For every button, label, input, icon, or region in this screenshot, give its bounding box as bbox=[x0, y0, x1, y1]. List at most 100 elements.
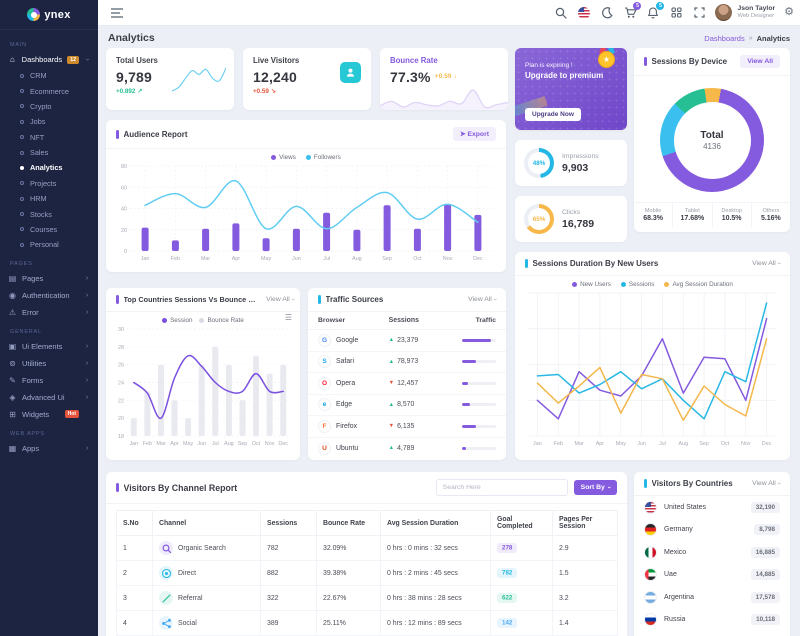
sidebar-item-ui-elements[interactable]: ▣Ui Elements› bbox=[0, 338, 98, 355]
view-all-dropdown[interactable]: View All› bbox=[266, 296, 294, 303]
country-row-germany[interactable]: Germany8,798 bbox=[634, 519, 790, 542]
column-header[interactable]: S.No bbox=[117, 511, 153, 536]
search-icon[interactable] bbox=[554, 6, 568, 20]
svg-text:60: 60 bbox=[121, 185, 127, 191]
apps-grid-icon[interactable] bbox=[669, 6, 683, 20]
traffic-row-google[interactable]: GGoogle▲23,379 bbox=[308, 330, 506, 352]
breadcrumb-parent[interactable]: Dashboards bbox=[704, 34, 744, 43]
column-header[interactable]: Avg Session Duration bbox=[381, 511, 491, 536]
svg-text:Feb: Feb bbox=[143, 441, 152, 447]
traffic-row-firefox[interactable]: FFirefox▼6,135 bbox=[308, 416, 506, 438]
traffic-sources-panel: Traffic Sources View All› BrowserSession… bbox=[308, 288, 506, 460]
legend-item[interactable]: Views bbox=[271, 154, 296, 161]
sidebar-item-advanced-ui[interactable]: ◈Advanced Ui› bbox=[0, 389, 98, 406]
svg-text:20: 20 bbox=[121, 228, 127, 234]
apps-icon: ▦ bbox=[8, 444, 17, 453]
sort-by-button[interactable]: Sort By› bbox=[574, 480, 617, 495]
sidebar-item-personal[interactable]: Personal bbox=[0, 237, 98, 252]
accent-bar bbox=[318, 295, 321, 304]
sidebar-item-ecommerce[interactable]: Ecommerce bbox=[0, 83, 98, 98]
search-input[interactable] bbox=[436, 479, 568, 496]
logo[interactable]: ynex bbox=[0, 0, 98, 30]
language-flag-icon[interactable] bbox=[577, 6, 591, 20]
sidebar-item-courses[interactable]: Courses bbox=[0, 222, 98, 237]
column-header[interactable]: Pages Per Session bbox=[553, 511, 618, 536]
logo-icon bbox=[27, 8, 40, 21]
menu-toggle-icon[interactable] bbox=[110, 6, 124, 20]
chart-menu-icon[interactable]: ☰ bbox=[285, 316, 292, 320]
bullet-icon bbox=[20, 227, 24, 231]
traffic-row-safari[interactable]: SSafari▲78,973 bbox=[308, 352, 506, 374]
sidebar-item-apps[interactable]: ▦Apps› bbox=[0, 440, 98, 457]
traffic-row-opera[interactable]: OOpera▼12,457 bbox=[308, 373, 506, 395]
mx-flag-icon bbox=[644, 546, 657, 559]
sessions-legend: New Users Sessions Avg Session Duration bbox=[515, 276, 790, 289]
dark-mode-icon[interactable] bbox=[600, 6, 614, 20]
sessions-duration-panel: Sessions Duration By New Users View All›… bbox=[515, 252, 790, 460]
svg-text:Jul: Jul bbox=[323, 256, 330, 262]
sidebar-item-sales[interactable]: Sales bbox=[0, 145, 98, 160]
stat-label: Impressions bbox=[562, 153, 599, 160]
channel-row-referral[interactable]: 3Referral32222.67%0 hrs : 38 mins : 28 s… bbox=[117, 586, 618, 611]
svg-text:Oct: Oct bbox=[252, 441, 261, 447]
country-value-badge: 8,798 bbox=[754, 524, 780, 535]
sidebar-item-analytics[interactable]: Analytics bbox=[0, 160, 98, 175]
user-menu[interactable]: Json Taylor Web Designer bbox=[715, 4, 775, 21]
sidebar-item-dashboards[interactable]: ⌂Dashboards12› bbox=[0, 51, 98, 68]
svg-text:Jun: Jun bbox=[292, 256, 301, 262]
notifications-bell-icon[interactable]: 5 bbox=[646, 6, 660, 20]
sidebar-item-forms[interactable]: ✎Forms› bbox=[0, 372, 98, 389]
legend-item[interactable]: New Users bbox=[572, 281, 611, 288]
google-icon: G bbox=[318, 334, 331, 347]
channel-row-organic-search[interactable]: 1Organic Search78232.09%0 hrs : 0 mins :… bbox=[117, 536, 618, 561]
country-row-russia[interactable]: Russia10,118 bbox=[634, 609, 790, 632]
sidebar-item-label: Stocks bbox=[30, 210, 52, 219]
sidebar-item-crypto[interactable]: Crypto bbox=[0, 99, 98, 114]
legend-item[interactable]: Bounce Rate bbox=[199, 317, 243, 324]
traffic-row-edge[interactable]: eEdge▲8,570 bbox=[308, 395, 506, 417]
legend-item[interactable]: Session bbox=[162, 317, 192, 324]
sidebar-item-label: NFT bbox=[30, 133, 44, 142]
cart-icon[interactable]: 5 bbox=[623, 6, 637, 20]
view-all-dropdown[interactable]: View All› bbox=[752, 260, 780, 267]
sidebar: ynex MAIN⌂Dashboards12›CRMEcommerceCrypt… bbox=[0, 0, 98, 636]
column-header[interactable]: Goal Completed bbox=[491, 511, 553, 536]
visitors-by-countries-panel: Visitors By Countries View All› United S… bbox=[634, 472, 790, 636]
upgrade-now-button[interactable]: Upgrade Now bbox=[525, 108, 581, 121]
country-row-united-states[interactable]: United States32,190 bbox=[634, 496, 790, 519]
sidebar-item-authentication[interactable]: ◉Authentication› bbox=[0, 287, 98, 304]
traffic-table: BrowserSessionsTrafficGGoogle▲23,379SSaf… bbox=[308, 312, 506, 459]
svg-text:28: 28 bbox=[118, 345, 124, 351]
channel-row-direct[interactable]: 2Direct88239.38%0 hrs : 2 mins : 45 secs… bbox=[117, 561, 618, 586]
view-all-button[interactable]: View All bbox=[740, 55, 780, 68]
panel-title: Visitors By Countries bbox=[652, 479, 733, 488]
country-row-mexico[interactable]: Mexico16,885 bbox=[634, 541, 790, 564]
country-row-uae[interactable]: Uae14,885 bbox=[634, 564, 790, 587]
export-button[interactable]: ➤ Export bbox=[453, 127, 496, 141]
fullscreen-icon[interactable] bbox=[692, 6, 706, 20]
sidebar-item-utilities[interactable]: ⊚Utilities› bbox=[0, 355, 98, 372]
legend-item[interactable]: Followers bbox=[306, 154, 341, 161]
breadcrumb-separator: » bbox=[749, 35, 753, 42]
legend-item[interactable]: Avg Session Duration bbox=[664, 281, 732, 288]
view-all-dropdown[interactable]: View All› bbox=[468, 296, 496, 303]
sidebar-item-crm[interactable]: CRM bbox=[0, 68, 98, 83]
column-header[interactable]: Bounce Rate bbox=[317, 511, 381, 536]
sidebar-item-error[interactable]: ⚠Error› bbox=[0, 304, 98, 321]
goal-badge: 622 bbox=[497, 593, 517, 603]
sidebar-item-stocks[interactable]: Stocks bbox=[0, 206, 98, 221]
legend-item[interactable]: Sessions bbox=[621, 281, 655, 288]
sidebar-item-nft[interactable]: NFT bbox=[0, 130, 98, 145]
column-header[interactable]: Channel bbox=[153, 511, 261, 536]
sidebar-item-jobs[interactable]: Jobs bbox=[0, 114, 98, 129]
sidebar-item-widgets[interactable]: ⊞WidgetsHot bbox=[0, 406, 98, 423]
sidebar-item-hrm[interactable]: HRM bbox=[0, 191, 98, 206]
sidebar-item-projects[interactable]: Projects bbox=[0, 176, 98, 191]
settings-gear-icon[interactable]: ⚙ bbox=[784, 7, 794, 18]
column-header[interactable]: Sessions bbox=[261, 511, 317, 536]
sidebar-item-pages[interactable]: ▤Pages› bbox=[0, 270, 98, 287]
channel-row-social[interactable]: 4Social38925.11%0 hrs : 12 mins : 89 sec… bbox=[117, 611, 618, 636]
traffic-row-ubuntu[interactable]: UUbuntu▲4,789 bbox=[308, 438, 506, 460]
country-row-argentina[interactable]: Argentina17,578 bbox=[634, 586, 790, 609]
view-all-dropdown[interactable]: View All› bbox=[752, 480, 780, 487]
